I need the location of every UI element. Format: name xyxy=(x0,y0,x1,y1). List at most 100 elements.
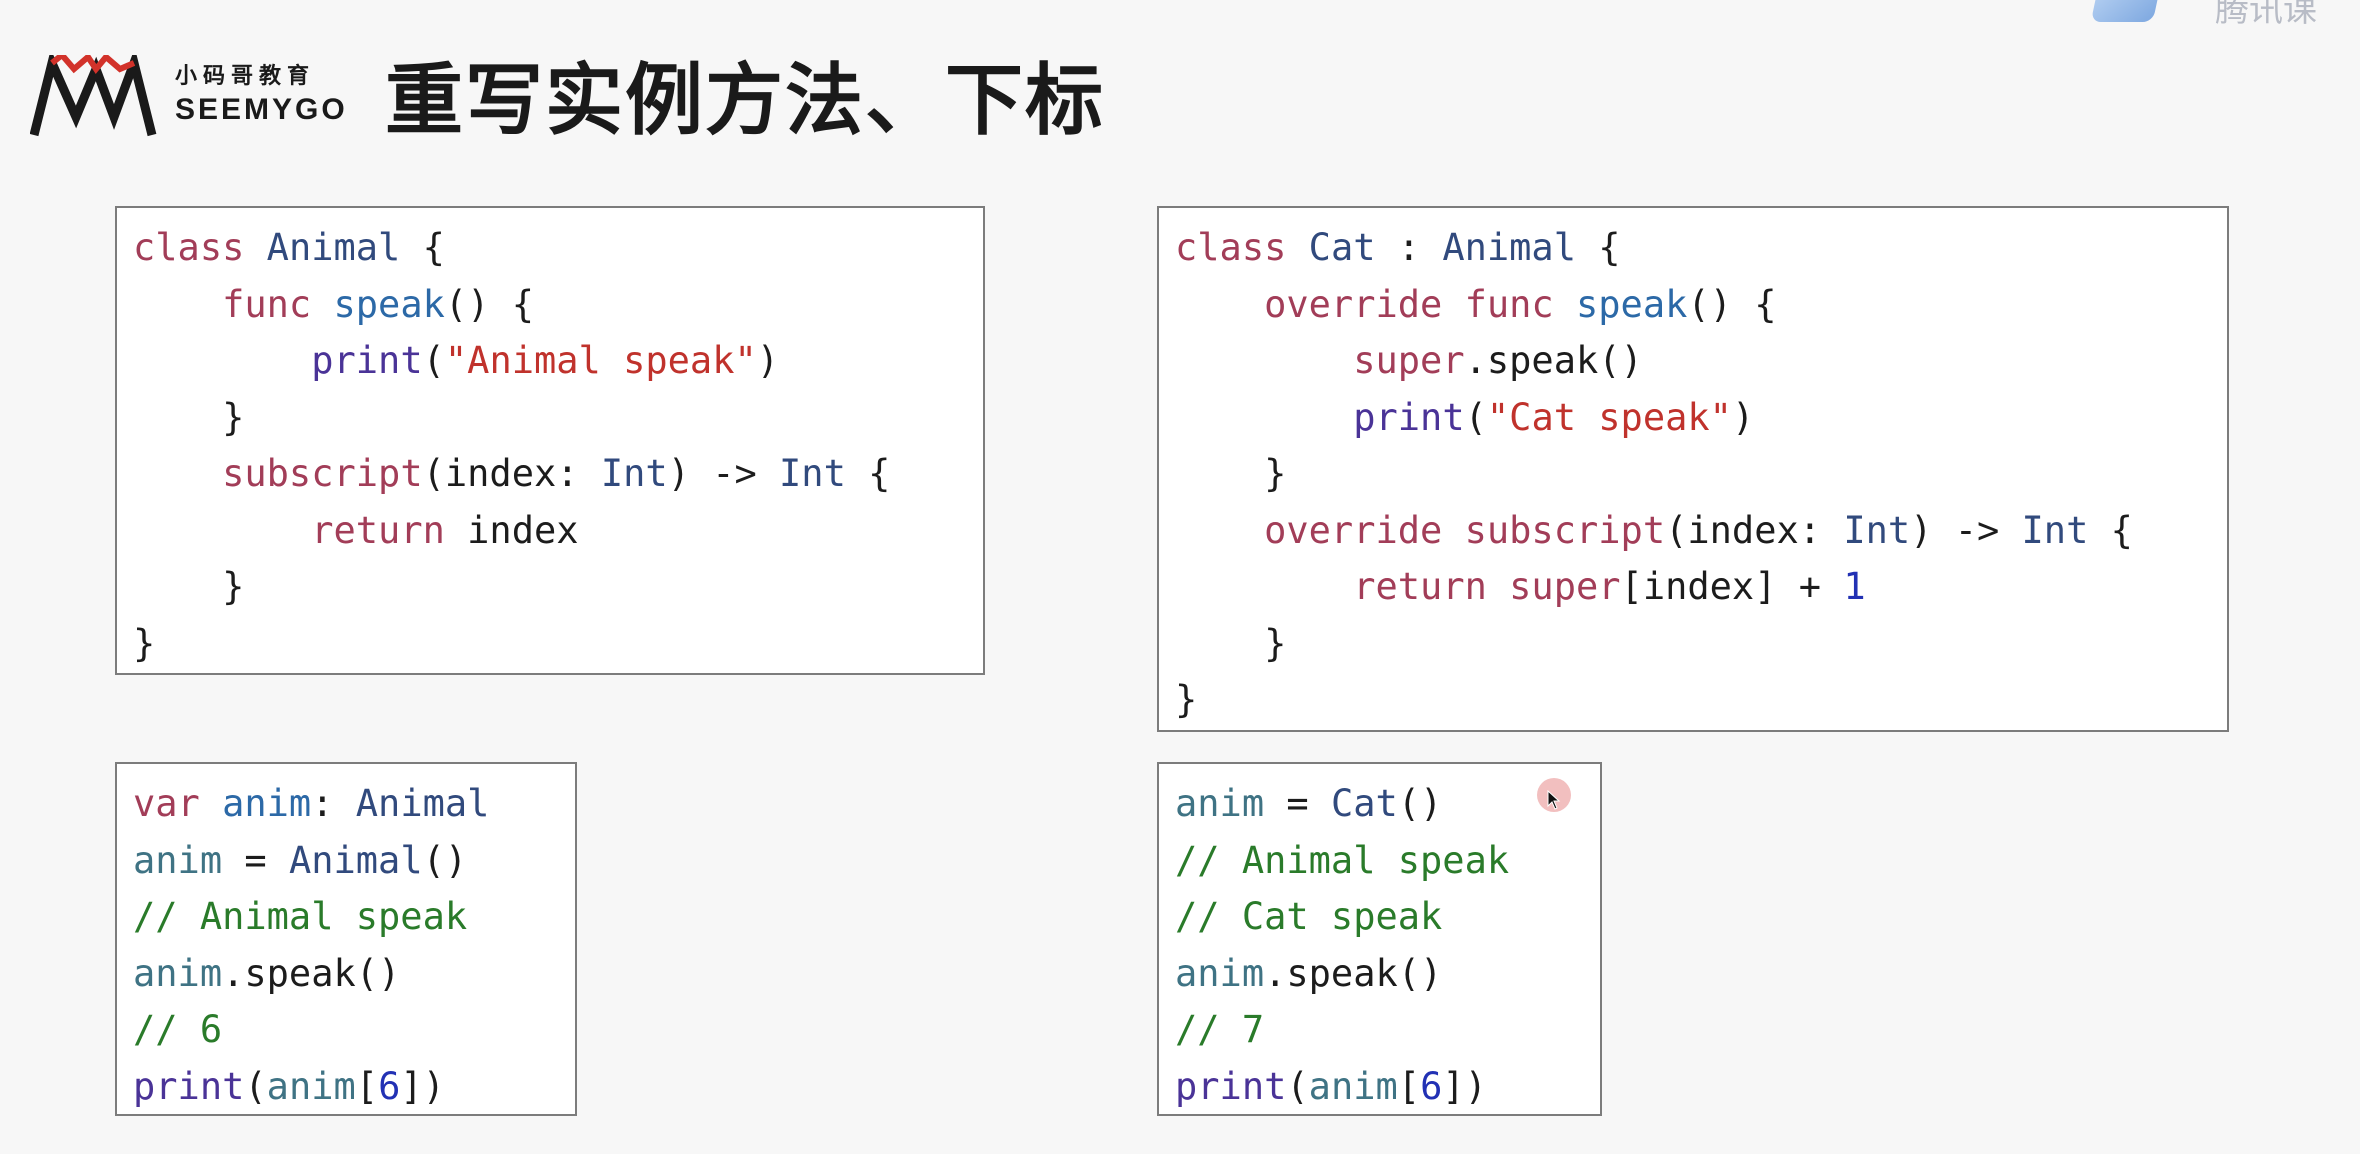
code-token-keyword: super xyxy=(1353,339,1465,382)
code-line: // Animal speak xyxy=(1175,833,1600,890)
code-line: override subscript(index: Int) -> Int { xyxy=(1175,503,2227,560)
code-token-keyword: override xyxy=(1264,508,1443,552)
code-token-library-function: print xyxy=(133,1064,245,1108)
code-token-keyword: super xyxy=(1509,565,1621,608)
code-token-plain: () { xyxy=(444,282,534,326)
code-token-plain: } xyxy=(133,395,245,439)
code-token-plain: ) -> xyxy=(667,452,780,495)
code-token-plain: () { xyxy=(1687,282,1777,326)
slide-header: 小码哥教育 SEEMYGO 重写实例方法、下标 腾讯课 xyxy=(0,0,2360,190)
code-line: anim = Cat() xyxy=(1175,776,1600,833)
code-token-keyword: return xyxy=(311,508,445,552)
code-token-plain: (index: xyxy=(1665,508,1844,552)
code-token-type: Cat xyxy=(1308,226,1376,269)
code-token-plain: .speak() xyxy=(222,951,401,995)
code-token-type: Int xyxy=(779,452,846,495)
code-line: // 7 xyxy=(1175,1002,1600,1059)
code-line: subscript(index: Int) -> Int { xyxy=(133,446,983,503)
code-line: print(anim[6]) xyxy=(133,1059,575,1116)
video-app-icon xyxy=(2090,0,2162,22)
slide-title: 重写实例方法、下标 xyxy=(385,56,1106,146)
code-token-plain: = xyxy=(222,838,289,882)
code-token-plain: { xyxy=(2088,508,2133,552)
code-token-library-function: print xyxy=(1353,395,1465,439)
code-token-plain: } xyxy=(1175,621,1287,665)
code-token-variable: anim xyxy=(1175,782,1265,825)
code-token-plain: ( xyxy=(422,339,445,382)
code-line: super.speak() xyxy=(1175,333,2227,390)
brand-logo: 小码哥教育 SEEMYGO xyxy=(30,55,350,145)
code-line: } xyxy=(1175,616,2227,673)
code-block-usage-animal: var anim: Animal anim = Animal()// Animal… xyxy=(115,762,577,1116)
code-token-plain: : xyxy=(1375,226,1443,269)
code-block-cat-class: class Cat : Animal { override func speak… xyxy=(1157,206,2229,732)
code-line: // 6 xyxy=(133,1002,575,1059)
code-token-library-function: print xyxy=(1175,1064,1287,1108)
code-line: } xyxy=(133,616,983,673)
code-token-plain: ( xyxy=(244,1064,267,1108)
code-token-plain: (index: xyxy=(422,452,601,495)
brand-name-cn: 小码哥教育 xyxy=(175,64,316,89)
code-line: print("Animal speak") xyxy=(133,333,983,390)
code-line: // Animal speak xyxy=(133,889,575,946)
code-token-plain: } xyxy=(1175,452,1287,495)
code-token-plain: [ xyxy=(355,1064,379,1108)
code-line: print("Cat speak") xyxy=(1175,390,2227,447)
code-token-variable: anim xyxy=(1308,1064,1398,1108)
code-token-keyword: func xyxy=(1464,282,1554,326)
code-token-keyword: var xyxy=(133,782,200,825)
code-token-plain: } xyxy=(133,565,245,608)
code-token-function: speak xyxy=(1576,282,1688,326)
code-token-type: Int xyxy=(600,452,668,495)
code-token-function: speak xyxy=(333,282,445,326)
code-token-type: Animal xyxy=(288,838,423,882)
code-line: return index xyxy=(133,503,983,560)
code-token-plain: = xyxy=(1264,782,1331,825)
code-token-plain: { xyxy=(400,226,445,269)
brand-name-en: SEEMYGO xyxy=(175,93,348,126)
code-token-plain: } xyxy=(133,621,156,665)
code-token-keyword: return xyxy=(1353,565,1487,608)
code-token-variable: anim xyxy=(133,951,223,995)
code-token-plain: .speak() xyxy=(1264,951,1443,995)
code-token-plain: { xyxy=(845,452,891,495)
code-line: print(anim[6]) xyxy=(1175,1059,1600,1116)
code-block-usage-cat: anim = Cat() // Animal speak // Cat speak a… xyxy=(1157,762,1602,1116)
code-token-keyword: func xyxy=(222,282,312,326)
code-token-type: Int xyxy=(2021,508,2089,552)
code-token-string: "Cat speak" xyxy=(1486,395,1732,439)
code-token-plain: ( xyxy=(1286,1064,1309,1108)
code-token-keyword: subscript xyxy=(222,452,423,495)
code-line: class Animal { xyxy=(133,220,983,277)
code-line: anim = Animal() xyxy=(133,833,575,890)
code-token-comment: // 6 xyxy=(133,1008,223,1051)
code-token-plain: () xyxy=(1397,782,1443,825)
code-line: class Cat : Animal { xyxy=(1175,220,2227,277)
code-token-number: 6 xyxy=(1420,1064,1443,1108)
code-token-plain: [ xyxy=(1397,1064,1421,1108)
code-line: anim.speak() xyxy=(133,946,575,1003)
code-line: // Cat speak xyxy=(1175,889,1600,946)
code-line: override func speak() { xyxy=(1175,277,2227,334)
code-token-string: "Animal speak" xyxy=(444,339,757,382)
code-token-library-function: print xyxy=(311,339,423,382)
code-token-plain: .speak() xyxy=(1464,339,1643,382)
code-block-animal-class: class Animal { func speak() { print("Ani… xyxy=(115,206,985,675)
code-token-plain: () xyxy=(422,838,468,882)
code-token-number: 1 xyxy=(1843,565,1866,608)
code-token-variable: anim xyxy=(1175,951,1265,995)
code-token-type: Animal xyxy=(266,226,401,269)
code-token-comment: // Cat speak xyxy=(1175,895,1443,938)
